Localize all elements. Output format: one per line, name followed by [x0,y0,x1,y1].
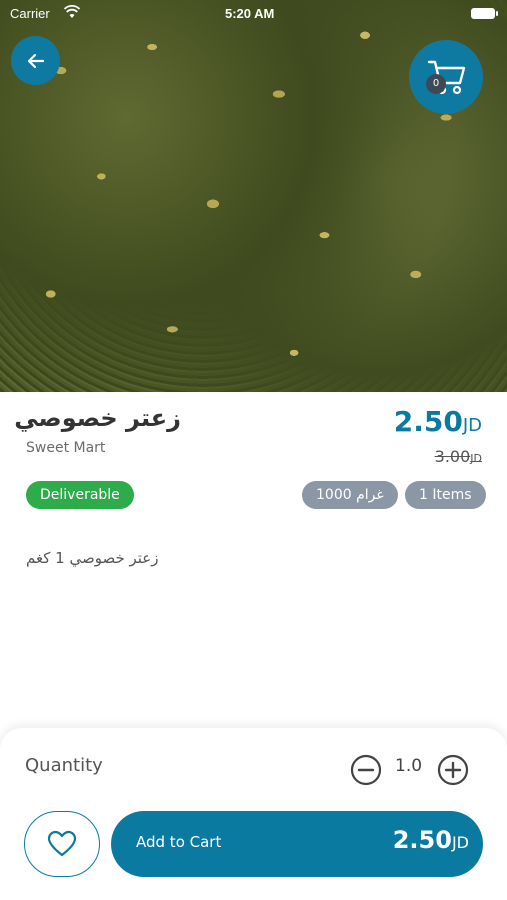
add-to-cart-label: Add to Cart [136,833,222,851]
status-bar: Carrier 5:20 AM [0,0,507,28]
arrow-left-icon [27,53,44,68]
clock: 5:20 AM [225,6,275,21]
price-currency: JD [462,415,482,436]
add-to-cart-currency: JD [451,833,469,852]
quantity-label: Quantity [25,755,103,776]
increase-quantity-button[interactable] [437,754,469,786]
store-name: Sweet Mart [26,440,106,456]
add-to-cart-button[interactable]: Add to Cart 2.50JD [111,811,483,877]
heart-icon [47,830,77,857]
cart-count-badge: 0 [426,74,446,94]
weight-badge: غرام 1000 [302,481,398,509]
decrease-quantity-button[interactable] [350,754,382,786]
plus-circle-icon [437,754,469,786]
quantity-value: 1.0 [395,756,423,776]
items-badge: 1 Items [405,481,486,509]
old-price-currency: JD [470,452,482,465]
back-button[interactable] [11,36,60,85]
old-price-value: 3.00 [434,447,471,466]
deliverable-badge: Deliverable [26,481,134,509]
old-price: 3.00JD [435,447,482,466]
cart-button[interactable]: 0 [409,40,483,114]
minus-circle-icon [350,754,382,786]
product-description: زعتر خصوصي 1 كغم [26,549,159,567]
add-to-cart-price: 2.50JD [393,826,469,854]
product-title: زعتر خصوصي [14,404,181,432]
price-value: 2.50 [393,405,463,438]
product-price: 2.50JD [394,405,482,438]
wifi-icon [64,5,80,18]
add-to-cart-price-value: 2.50 [392,826,452,854]
battery-icon [471,8,498,19]
favorite-button[interactable] [24,811,100,877]
carrier-label: Carrier [10,6,50,21]
